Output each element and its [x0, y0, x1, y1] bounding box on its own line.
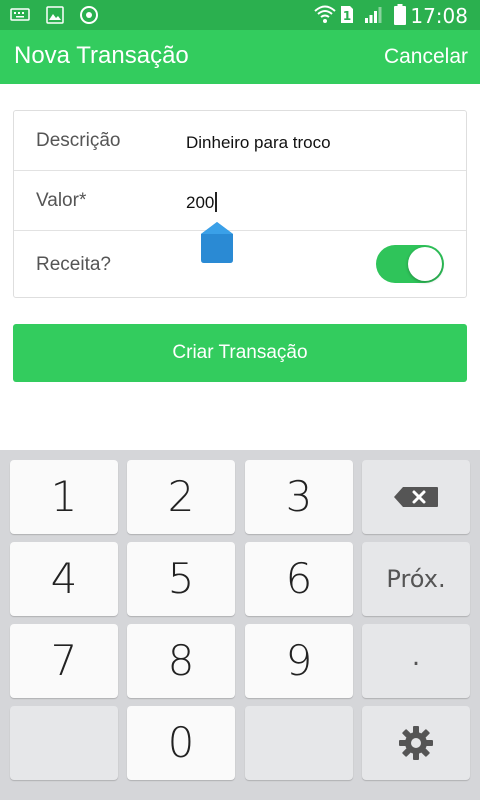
dot-key[interactable]: .	[362, 624, 470, 698]
transaction-form: Descrição Dinheiro para troco Valor* 200…	[13, 110, 467, 298]
key-2-label: 2	[167, 472, 195, 521]
signal-icon	[364, 6, 382, 28]
create-transaction-button[interactable]: Criar Transação	[13, 324, 467, 382]
cancel-button[interactable]: Cancelar	[384, 45, 468, 69]
text-selection-handle[interactable]	[199, 220, 235, 264]
descricao-input[interactable]: Dinheiro para troco	[186, 133, 331, 153]
chrome-icon	[80, 6, 98, 29]
status-time: 17:08	[410, 4, 468, 28]
next-key[interactable]: Próx.	[362, 542, 470, 616]
valor-value: 200	[186, 193, 215, 212]
app-bar: Nova Transação Cancelar	[0, 30, 480, 84]
key-3-label: 3	[285, 472, 313, 521]
battery-icon	[394, 4, 406, 30]
blank-key	[10, 706, 118, 780]
receita-toggle[interactable]	[376, 245, 444, 283]
key-5-label: 5	[167, 554, 195, 603]
descricao-label: Descrição	[36, 130, 121, 151]
key-4-label: 4	[50, 554, 78, 603]
key-2[interactable]: 2	[127, 460, 235, 534]
key-9[interactable]: 9	[245, 624, 353, 698]
receita-label: Receita?	[36, 254, 111, 275]
svg-text:1: 1	[343, 9, 351, 23]
key-4[interactable]: 4	[10, 542, 118, 616]
sim-1-icon: 1	[340, 5, 354, 29]
key-3[interactable]: 3	[245, 460, 353, 534]
valor-label: Valor*	[36, 190, 87, 211]
status-bar: 1 17:08	[0, 0, 480, 30]
keyboard-icon	[10, 6, 30, 27]
receita-row: Receita?	[14, 231, 466, 297]
text-cursor	[215, 192, 217, 212]
key-1-label: 1	[50, 472, 78, 521]
dot-key-label: .	[411, 642, 421, 672]
backspace-key[interactable]	[362, 460, 470, 534]
key-8-label: 8	[167, 636, 195, 685]
key-0-label: 0	[167, 718, 195, 767]
key-5[interactable]: 5	[127, 542, 235, 616]
settings-key[interactable]	[362, 706, 470, 780]
wifi-icon	[314, 4, 336, 29]
next-key-label: Próx.	[386, 565, 446, 593]
valor-input[interactable]: 200	[186, 192, 217, 213]
blank-key	[245, 706, 353, 780]
key-7-label: 7	[50, 636, 78, 685]
descricao-row[interactable]: Descrição Dinheiro para troco	[14, 111, 466, 171]
key-9-label: 9	[285, 636, 313, 685]
page-title: Nova Transação	[14, 42, 189, 69]
key-0[interactable]: 0	[127, 706, 235, 780]
image-icon	[46, 6, 64, 29]
key-7[interactable]: 7	[10, 624, 118, 698]
key-6[interactable]: 6	[245, 542, 353, 616]
key-8[interactable]: 8	[127, 624, 235, 698]
key-6-label: 6	[285, 554, 313, 603]
numeric-keyboard: 1 2 3 4 5 6 Próx. 7 8 9 . 0	[0, 450, 480, 800]
toggle-knob	[408, 247, 442, 281]
valor-row[interactable]: Valor* 200	[14, 171, 466, 231]
key-1[interactable]: 1	[10, 460, 118, 534]
